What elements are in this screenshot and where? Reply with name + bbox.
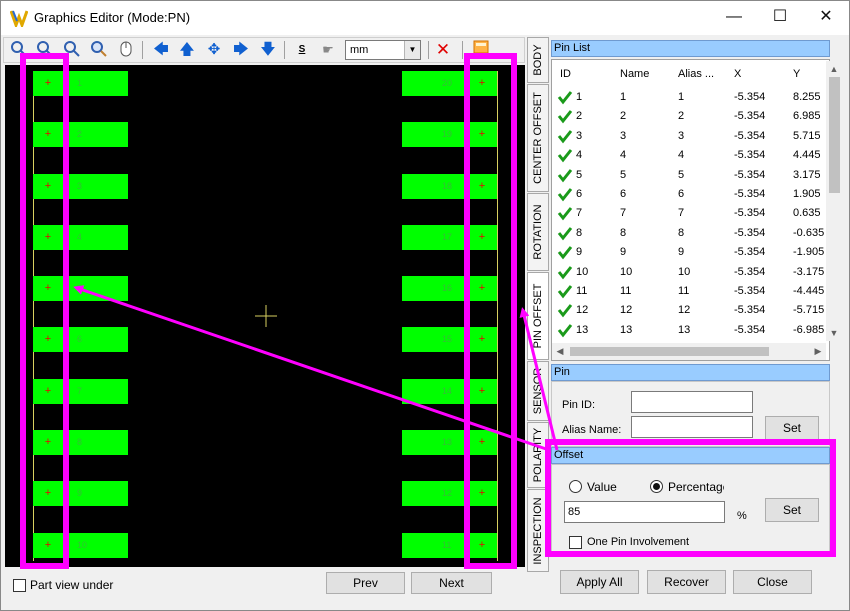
graphics-editor-window: Graphics Editor (Mode:PN) — ☐ ✕ 🡄 🡅 ✥ 🡆 … (0, 0, 850, 611)
arrow-to-right-pin (519, 307, 559, 451)
annotation-arrows (73, 285, 559, 452)
arrow-to-left-pin (73, 285, 550, 452)
